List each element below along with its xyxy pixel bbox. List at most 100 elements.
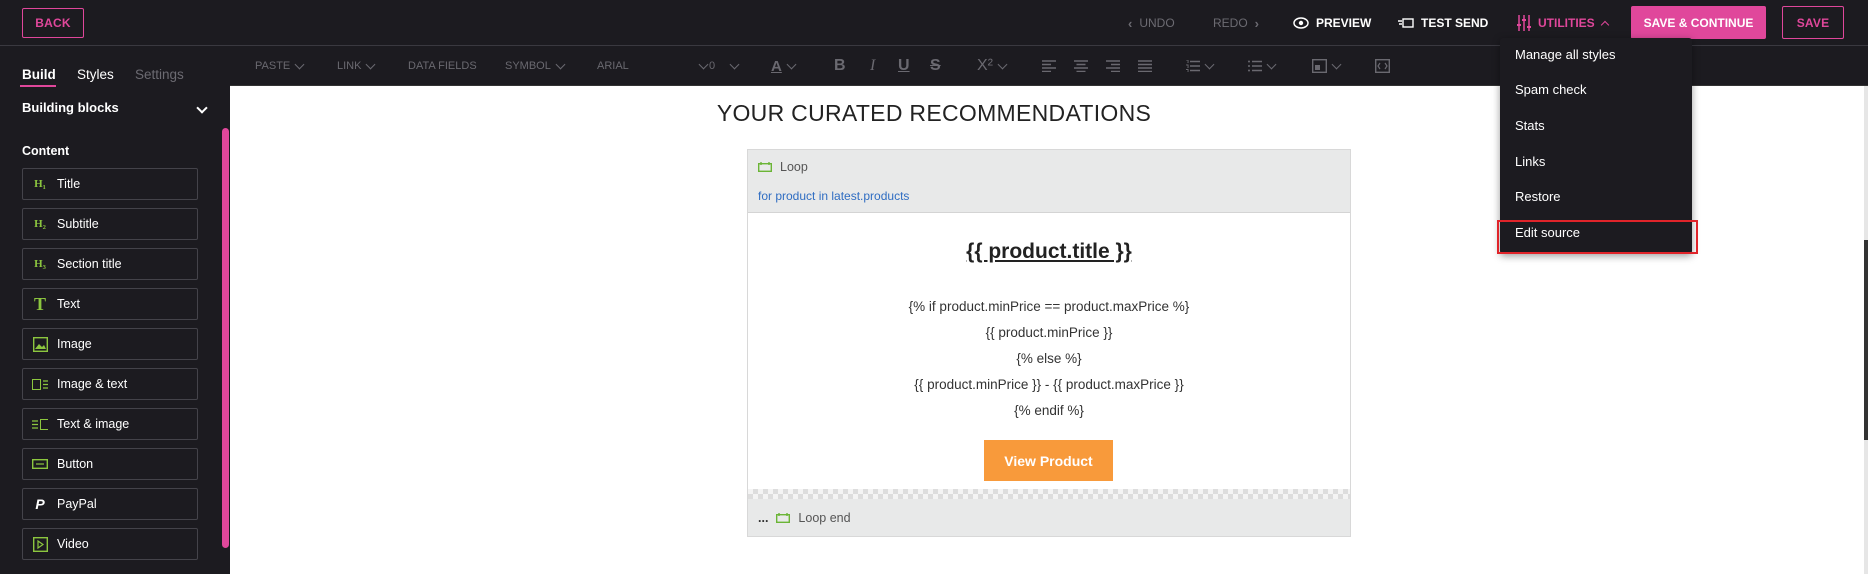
undo-button[interactable]: ‹ UNDO: [1128, 0, 1175, 46]
block-section-title[interactable]: H₃ Section title: [22, 248, 198, 280]
loop-icon: [776, 512, 791, 523]
block-label: Subtitle: [57, 217, 99, 231]
chevron-left-icon: ‹: [1128, 15, 1133, 31]
align-right-button[interactable]: [1106, 46, 1120, 86]
justify-icon: [1138, 60, 1152, 72]
data-fields-button[interactable]: DATA FIELDS: [408, 46, 477, 86]
block-label: Text & image: [57, 417, 130, 431]
block-image[interactable]: Image: [22, 328, 198, 360]
loop-label: Loop: [758, 160, 808, 174]
loop-label-text: Loop: [780, 160, 808, 174]
size-label: 0: [709, 60, 716, 72]
font-color-dropdown[interactable]: A: [771, 46, 797, 86]
save-button[interactable]: SAVE: [1782, 6, 1844, 39]
tab-settings[interactable]: Settings: [135, 67, 184, 82]
font-size-dropdown[interactable]: 0: [709, 46, 740, 86]
menu-item-spam-check[interactable]: Spam check: [1515, 82, 1587, 97]
table-icon: [1312, 59, 1327, 73]
justify-button[interactable]: [1138, 46, 1152, 86]
block-button[interactable]: Button: [22, 448, 198, 480]
save-continue-button[interactable]: SAVE & CONTINUE: [1631, 6, 1766, 39]
heading3-icon: H₃: [34, 258, 46, 270]
underline-button[interactable]: U: [898, 46, 910, 86]
canvas-scrollbar-thumb[interactable]: [1864, 240, 1868, 440]
link-label: LINK: [337, 60, 362, 72]
menu-item-restore[interactable]: Restore: [1515, 189, 1561, 204]
loop-divider: [748, 489, 1350, 499]
button-icon: [32, 456, 48, 472]
block-subtitle[interactable]: H₂ Subtitle: [22, 208, 198, 240]
edit-source-highlight: [1497, 220, 1698, 254]
sliders-icon: [1517, 15, 1531, 31]
block-video[interactable]: Video: [22, 528, 198, 560]
block-title[interactable]: H₁ Title: [22, 168, 198, 200]
test-send-button[interactable]: TEST SEND: [1398, 0, 1488, 46]
chevron-down-icon: [1266, 59, 1277, 69]
code-line[interactable]: {{ product.minPrice }}: [748, 325, 1350, 340]
redo-button[interactable]: REDO ›: [1213, 0, 1259, 46]
utilities-label: UTILITIES: [1538, 16, 1595, 30]
block-text[interactable]: T Text: [22, 288, 198, 320]
source-code-button[interactable]: [1375, 46, 1390, 86]
block-label: Image: [57, 337, 92, 351]
block-paypal[interactable]: P PayPal: [22, 488, 198, 520]
strikethrough-button[interactable]: S: [930, 46, 941, 86]
font-family-dropdown[interactable]: ARIAL: [597, 46, 709, 86]
tab-styles[interactable]: Styles: [77, 67, 114, 82]
loop-icon: [758, 162, 772, 172]
code-line[interactable]: {% if product.minPrice == product.maxPri…: [748, 299, 1350, 314]
text-icon: T: [33, 293, 46, 314]
table-dropdown[interactable]: [1312, 46, 1342, 86]
loop-block[interactable]: Loop for product in latest.products {{ p…: [747, 149, 1351, 537]
content-section-label: Content: [22, 144, 70, 158]
loop-header[interactable]: Loop for product in latest.products: [748, 150, 1350, 213]
underline-icon: U: [898, 57, 910, 74]
bold-button[interactable]: B: [834, 46, 846, 86]
align-center-button[interactable]: [1074, 46, 1088, 86]
code-line[interactable]: {% endif %}: [748, 403, 1350, 418]
block-label: PayPal: [57, 497, 97, 511]
block-label: Button: [57, 457, 94, 471]
menu-item-links[interactable]: Links: [1515, 154, 1545, 169]
sidebar-tabs: Build Styles Settings: [0, 46, 230, 87]
superscript-dropdown[interactable]: X²: [977, 46, 1008, 86]
block-image-text[interactable]: Image & text: [22, 368, 198, 400]
strikethrough-icon: S: [930, 57, 941, 74]
code-line[interactable]: {% else %}: [748, 351, 1350, 366]
link-dropdown[interactable]: LINK: [337, 46, 376, 86]
active-tab-indicator: [20, 85, 56, 87]
bullet-list-icon: [1248, 60, 1262, 72]
chevron-down-icon: [997, 59, 1008, 69]
paste-dropdown[interactable]: PASTE: [255, 46, 305, 86]
loop-end-footer[interactable]: ... Loop end: [748, 499, 1350, 536]
tab-build[interactable]: Build: [22, 67, 56, 82]
menu-item-stats[interactable]: Stats: [1515, 118, 1545, 133]
more-icon[interactable]: ...: [758, 511, 768, 525]
italic-button[interactable]: I: [870, 46, 875, 86]
image-icon: [32, 336, 48, 352]
loop-expression[interactable]: for product in latest.products: [758, 189, 909, 203]
align-center-icon: [1074, 60, 1088, 72]
video-icon: [32, 536, 48, 552]
chevron-up-icon: [1600, 20, 1609, 29]
back-button[interactable]: BACK: [22, 8, 84, 38]
block-label: Text: [57, 297, 80, 311]
symbol-dropdown[interactable]: SYMBOL: [505, 46, 566, 86]
preview-button[interactable]: PREVIEW: [1293, 0, 1371, 46]
redo-label: REDO: [1213, 16, 1248, 30]
bold-icon: B: [834, 57, 846, 74]
email-editor: BACK ‹ UNDO REDO › PREVIEW TEST SEND UTI…: [0, 0, 1868, 574]
menu-item-manage-styles[interactable]: Manage all styles: [1515, 47, 1615, 62]
numbered-list-dropdown[interactable]: [1186, 46, 1215, 86]
code-icon: [1375, 59, 1390, 73]
code-line[interactable]: {{ product.minPrice }} - {{ product.maxP…: [748, 377, 1350, 392]
align-left-button[interactable]: [1042, 46, 1056, 86]
chevron-right-icon: ›: [1254, 15, 1260, 31]
block-label: Title: [57, 177, 81, 191]
sidebar-scrollbar[interactable]: [222, 128, 229, 548]
undo-label: UNDO: [1139, 16, 1175, 30]
product-title[interactable]: {{ product.title }}: [748, 240, 1350, 264]
block-text-image[interactable]: Text & image: [22, 408, 198, 440]
bullet-list-dropdown[interactable]: [1248, 46, 1277, 86]
view-product-button[interactable]: View Product: [984, 440, 1113, 481]
